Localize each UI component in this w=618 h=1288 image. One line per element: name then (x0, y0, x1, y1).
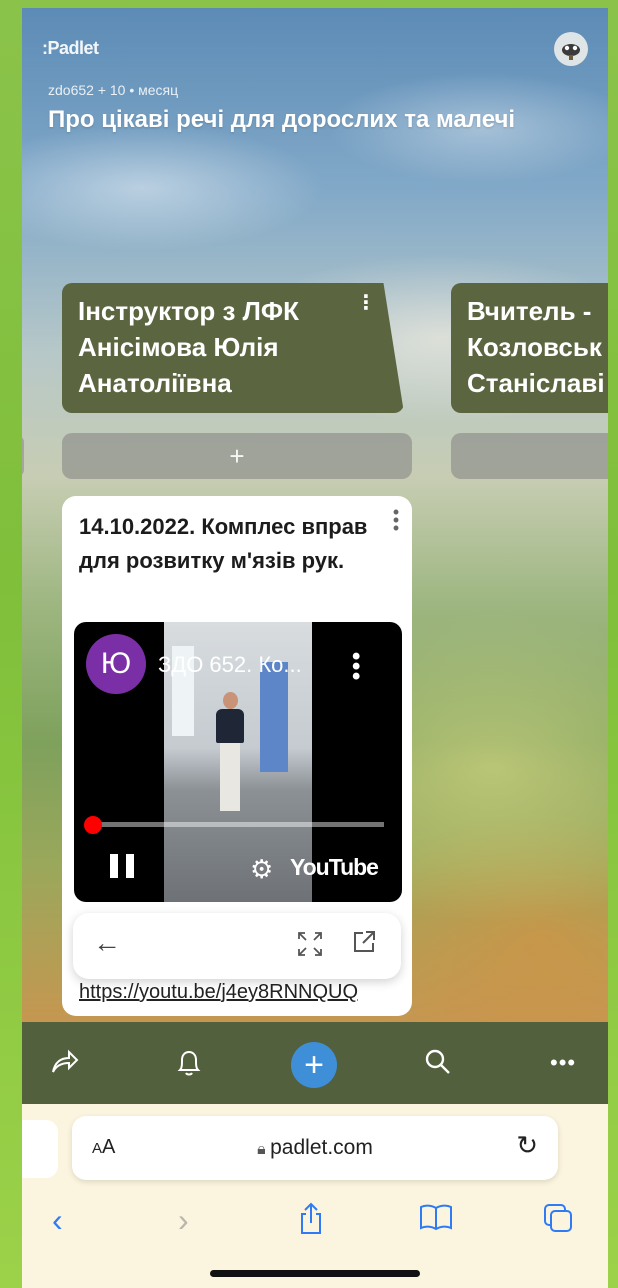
add-icon[interactable]: + (291, 1042, 337, 1088)
video-wall-panel (260, 662, 288, 772)
video-progress-knob[interactable] (84, 816, 102, 834)
open-external-icon[interactable] (351, 929, 377, 962)
column-header-instructor[interactable]: Інструктор з ЛФК Анісімова Юлія Анатолії… (62, 283, 404, 413)
phone-screen: :Padlet zdo652 + 10 • месяц Про цікаві р… (22, 8, 608, 1288)
home-indicator[interactable] (210, 1270, 420, 1277)
share-icon[interactable] (297, 1202, 325, 1244)
post-nav-pill: ← (73, 913, 401, 979)
share-icon[interactable] (50, 1048, 80, 1082)
search-icon[interactable] (424, 1048, 452, 1082)
post-menu-icon[interactable]: • • • (392, 503, 400, 537)
post-title: 14.10.2022. Комплес вправ для розвитку м… (79, 514, 368, 573)
expand-icon[interactable] (297, 931, 323, 964)
more-icon[interactable]: ••• (550, 1048, 576, 1078)
column-title-line: Анатоліївна (78, 368, 232, 398)
domain-text: padlet.com (270, 1136, 373, 1159)
previous-tab-preview[interactable] (22, 1120, 58, 1178)
back-icon[interactable]: ‹ (52, 1202, 63, 1239)
add-post-button[interactable] (451, 433, 608, 479)
video-title[interactable]: ЗДО 652. Ко... (158, 652, 302, 678)
post-link[interactable]: https://youtu.be/j4ey8RNNQUQ (79, 981, 358, 1004)
channel-avatar[interactable]: Ю (86, 634, 146, 694)
user-avatar[interactable] (554, 32, 588, 66)
padlet-logo[interactable]: :Padlet (42, 38, 99, 59)
avatar-icon (562, 44, 580, 60)
column-title-line: Інструктор з ЛФК (78, 296, 299, 326)
column-header-teacher[interactable]: Вчитель - Козловськ Станіславі (451, 283, 608, 413)
tabs-icon[interactable] (542, 1202, 574, 1242)
youtube-logo[interactable]: YouTube (290, 854, 379, 881)
address-bar[interactable]: AA 🔒︎ padlet.com ↻ (72, 1116, 558, 1180)
board-toolbar: + ••• (22, 1022, 608, 1104)
browser-bar: AA 🔒︎ padlet.com ↻ ‹ › (22, 1104, 608, 1288)
column-menu-icon[interactable]: ⋮ (356, 293, 376, 313)
column-title-line: Вчитель - (467, 296, 592, 326)
lock-icon: 🔒︎ (257, 1141, 271, 1158)
board-title: Про цікаві речі для дорослих та малечі (48, 106, 516, 133)
bookmarks-icon[interactable] (418, 1202, 454, 1240)
settings-gear-icon[interactable]: ⚙ (250, 854, 273, 885)
board-meta: zdo652 + 10 • месяц (48, 82, 179, 98)
previous-column-edge[interactable] (22, 436, 24, 476)
column-title-line: Станіславі (467, 368, 605, 398)
video-progress-track[interactable] (92, 822, 384, 827)
bell-icon[interactable] (176, 1048, 202, 1084)
url-domain[interactable]: 🔒︎ padlet.com (72, 1136, 558, 1160)
video-person (216, 692, 244, 816)
forward-icon[interactable]: › (178, 1202, 189, 1239)
add-post-button[interactable]: + (62, 433, 412, 479)
reload-icon[interactable]: ↻ (516, 1130, 538, 1161)
video-player[interactable]: Ю ЗДО 652. Ко... • • • ⚙ YouTube (74, 622, 402, 902)
back-arrow-icon[interactable]: ← (93, 927, 121, 959)
video-menu-icon[interactable]: • • • (352, 645, 360, 689)
pause-icon[interactable] (110, 854, 136, 878)
column-title-line: Козловськ (467, 332, 602, 362)
column-title-line: Анісімова Юлія (78, 332, 279, 362)
